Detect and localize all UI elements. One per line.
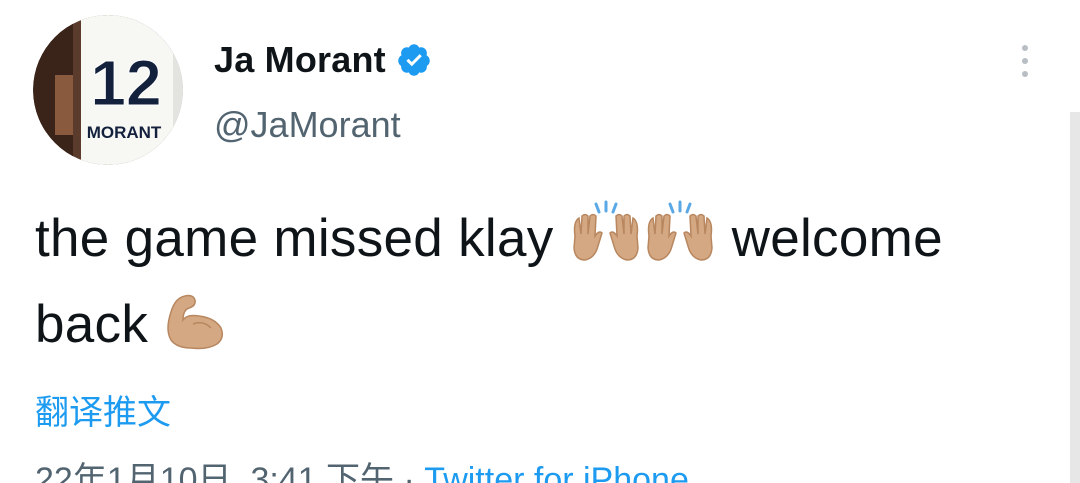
tweet-meta: 22年1月10日, 3:41 下午 · Twitter for iPhone <box>35 452 689 483</box>
author-handle[interactable]: @JaMorant <box>214 104 401 146</box>
author-name-row: Ja Morant <box>214 38 432 82</box>
timestamp[interactable]: 22年1月10日, 3:41 下午 <box>35 461 394 483</box>
scrollbar[interactable] <box>1070 112 1080 483</box>
source-link[interactable]: Twitter for iPhone <box>424 461 689 483</box>
tweet-text-part1: the game missed klay <box>35 209 554 268</box>
more-vertical-icon[interactable] <box>1015 42 1035 82</box>
display-name[interactable]: Ja Morant <box>214 39 386 81</box>
avatar-jersey-name: MORANT <box>87 123 162 142</box>
raising-hands-icon <box>569 200 643 286</box>
meta-separator: · <box>403 461 415 483</box>
tweet-text: the game missed klay welcome back <box>35 200 1055 372</box>
flexed-biceps-icon <box>163 290 229 372</box>
verified-badge-icon <box>396 42 432 78</box>
raising-hands-icon <box>643 200 717 286</box>
tweet-card: 12 MORANT Ja Morant @JaMorant the game m… <box>0 0 1080 483</box>
avatar-jersey-number: 12 <box>90 47 161 119</box>
translate-tweet-link[interactable]: 翻译推文 <box>35 385 171 434</box>
avatar[interactable]: 12 MORANT <box>33 15 183 165</box>
